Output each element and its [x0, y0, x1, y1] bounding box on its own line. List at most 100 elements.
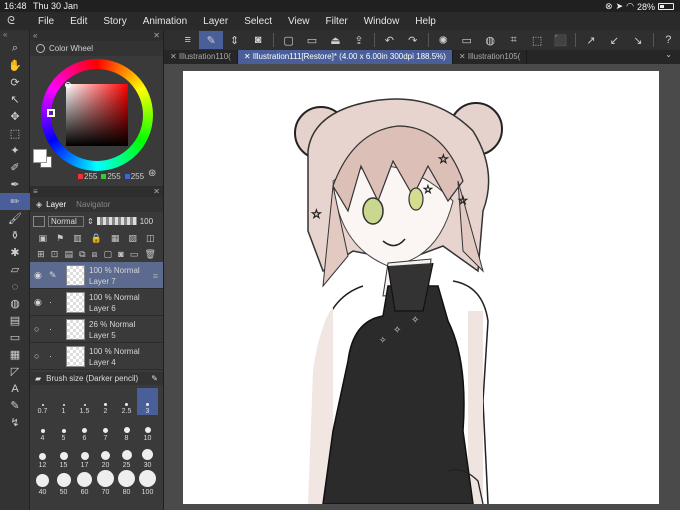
app-logo-icon[interactable]: ᘓ — [0, 15, 22, 28]
close-panel-icon[interactable]: ✕ — [153, 187, 160, 196]
blend-mode-select[interactable]: Normal — [48, 215, 84, 227]
close-icon[interactable]: ✕ — [170, 52, 179, 61]
snap-ruler-icon[interactable]: ↗ — [579, 31, 602, 49]
collapse-icon[interactable]: ≡ — [33, 187, 38, 196]
brush-size-option[interactable]: 17 — [74, 442, 95, 469]
move-layer-icon[interactable]: ✥ — [0, 108, 30, 125]
chevron-updown-icon[interactable]: ⇕ — [87, 217, 94, 226]
save-icon[interactable]: ⏏ — [324, 31, 347, 49]
layer-row[interactable]: ◉ · 100 % Normal Layer 6 — [30, 289, 163, 316]
layer-slot-icon[interactable]: · — [49, 351, 52, 361]
new-file-icon[interactable]: ▢ — [277, 31, 300, 49]
brush-size-option[interactable]: 1 — [53, 388, 74, 415]
lock-transparent-icon[interactable]: ▦ — [111, 233, 120, 244]
invert-selection-icon[interactable]: ⬛ — [549, 31, 572, 49]
ruler-toggle-icon[interactable]: ◫ — [146, 233, 155, 244]
pen-icon[interactable]: ✒ — [0, 176, 30, 193]
close-panel-icon[interactable]: ✕ — [153, 31, 160, 40]
selection-icon[interactable]: ⬚ — [0, 125, 30, 142]
tab-layer[interactable]: Layer — [46, 200, 66, 209]
tab-illustration110[interactable]: ✕ Illustration110( — [164, 50, 238, 64]
brush-size-option[interactable]: 15 — [53, 442, 74, 469]
hue-handle[interactable] — [47, 109, 55, 117]
menu-window[interactable]: Window — [364, 16, 400, 27]
brush-size-option[interactable]: 30 — [137, 442, 158, 469]
rotate-icon[interactable]: ⟳ — [0, 74, 30, 91]
menu-animation[interactable]: Animation — [143, 16, 187, 27]
layer-mask-icon[interactable]: ◙ — [118, 249, 123, 259]
eyedropper-icon[interactable]: ✐ — [0, 159, 30, 176]
pencil-icon[interactable]: ✏ — [0, 193, 30, 210]
menu-filter[interactable]: Filter — [325, 16, 347, 27]
brush-size-option[interactable]: 70 — [95, 469, 116, 496]
opacity-slider[interactable] — [96, 217, 137, 225]
fill-command-icon[interactable]: ◍ — [478, 31, 501, 49]
color-swatches[interactable] — [33, 149, 53, 169]
loading-icon[interactable]: ✺ — [431, 31, 454, 49]
clip-icon[interactable]: ▣ — [39, 233, 48, 244]
new-folder-icon[interactable]: ▤ — [64, 249, 73, 260]
brush-size-option[interactable]: 2 — [95, 388, 116, 415]
brush-size-option[interactable]: 80 — [116, 469, 137, 496]
menu-layer[interactable]: Layer — [203, 16, 228, 27]
frame-icon[interactable]: ▦ — [0, 346, 30, 363]
brush-size-menu-icon[interactable]: ✎ — [151, 374, 158, 383]
decoration-icon[interactable]: ✱ — [0, 244, 30, 261]
brush-size-option[interactable]: 8 — [116, 415, 137, 442]
menu-story[interactable]: Story — [103, 16, 126, 27]
undo-icon[interactable]: ↶ — [378, 31, 401, 49]
menu-help[interactable]: Help — [415, 16, 436, 27]
drag-handle-icon[interactable]: ≡ — [153, 271, 158, 281]
brush-size-option[interactable]: 60 — [74, 469, 95, 496]
color-settings-icon[interactable]: ⊛ — [148, 168, 156, 179]
brush-size-option[interactable]: 7 — [95, 415, 116, 442]
deselect-icon[interactable]: ⬚ — [525, 31, 548, 49]
clear-icon[interactable]: ▭ — [455, 31, 478, 49]
draft-icon[interactable]: ▥ — [73, 233, 82, 244]
snap-special-ruler-icon[interactable]: ↙ — [603, 31, 626, 49]
brush-size-option[interactable]: 3 — [137, 388, 158, 415]
operation-icon[interactable]: ↖ — [0, 91, 30, 108]
copy-icon[interactable]: ▢ — [104, 249, 113, 260]
layer-color-icon[interactable] — [33, 215, 45, 227]
eraser-icon[interactable]: ▱ — [0, 261, 30, 278]
saturation-value-square[interactable] — [66, 84, 128, 146]
brush-size-option[interactable]: 5 — [53, 415, 74, 442]
eye-icon[interactable]: ◉ — [34, 270, 42, 281]
open-file-icon[interactable]: ▭ — [300, 31, 323, 49]
text-icon[interactable]: A — [0, 380, 30, 397]
blend-icon[interactable]: ◌ — [0, 278, 30, 295]
brush-size-option[interactable]: 50 — [53, 469, 74, 496]
brush-size-option[interactable]: 10 — [137, 415, 158, 442]
menu-view[interactable]: View — [288, 16, 310, 27]
brush-size-option[interactable]: 12 — [32, 442, 53, 469]
brush-size-option[interactable]: 25 — [116, 442, 137, 469]
opacity-value[interactable]: 100 — [140, 217, 153, 226]
zoom-icon[interactable]: ⌕ — [0, 40, 30, 57]
eye-icon[interactable]: ◉ — [34, 297, 42, 308]
menu-select[interactable]: Select — [244, 16, 272, 27]
sv-handle[interactable] — [65, 82, 71, 88]
hand-icon[interactable]: ✋ — [0, 57, 30, 74]
layer-row[interactable]: ○ · 100 % Normal Layer 4 — [30, 343, 163, 370]
main-color-swatch[interactable] — [33, 149, 47, 163]
airbrush-icon[interactable]: ⚱ — [0, 227, 30, 244]
brush-size-option[interactable]: 100 — [137, 469, 158, 496]
tab-illustration105[interactable]: ✕ Illustration105( — [453, 50, 528, 64]
chevron-updown-icon[interactable]: ⇕ — [223, 31, 246, 49]
brush-size-option[interactable]: 1.5 — [74, 388, 95, 415]
layer-row[interactable]: ◉ ✎ 100 % Normal Layer 7 ≡ — [30, 262, 163, 289]
brush-size-option[interactable]: 2.5 — [116, 388, 137, 415]
new-raster-icon[interactable]: ⊞ — [37, 249, 45, 260]
figure-icon[interactable]: ▭ — [0, 329, 30, 346]
merge-icon[interactable]: ⧈ — [92, 249, 98, 260]
export-icon[interactable]: ⇪ — [347, 31, 370, 49]
brush-size-option[interactable]: 0.7 — [32, 388, 53, 415]
layer-row[interactable]: ○ · 26 % Normal Layer 5 — [30, 316, 163, 343]
fill-icon[interactable]: ◍ — [0, 295, 30, 312]
brush-size-option[interactable]: 20 — [95, 442, 116, 469]
color-wheel-tab[interactable]: Color Wheel — [30, 41, 163, 56]
ruler-icon[interactable]: ◸ — [0, 363, 30, 380]
correct-line-icon[interactable]: ↯ — [0, 414, 30, 431]
eye-hidden-icon[interactable]: ○ — [34, 324, 39, 334]
